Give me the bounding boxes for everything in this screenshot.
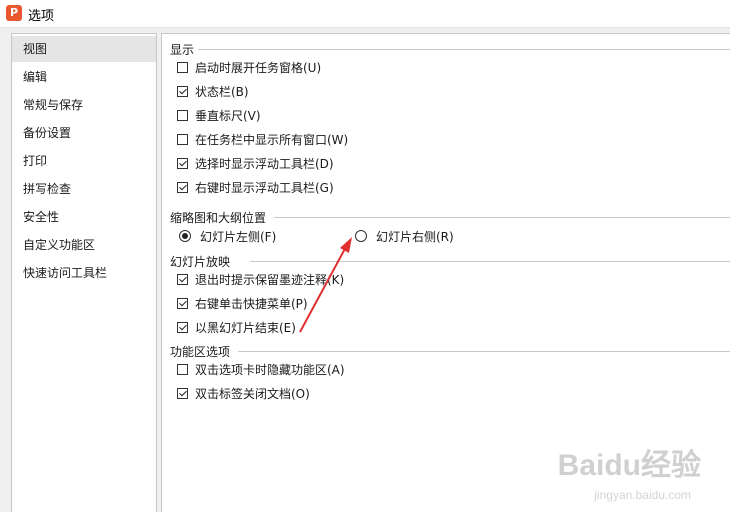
option-label: 启动时展开任务窗格(U): [195, 60, 322, 75]
option-label: 在任务栏中显示所有窗口(W): [195, 132, 349, 147]
option-expand-task-pane[interactable]: 启动时展开任务窗格(U): [177, 58, 321, 76]
radio-button[interactable]: [355, 230, 367, 242]
divider: [250, 261, 730, 262]
option-label: 退出时提示保留墨迹注释(K): [195, 272, 345, 287]
checkbox-checked[interactable]: [177, 181, 188, 193]
option-end-black-slide[interactable]: 以黑幻灯片结束(E): [177, 318, 296, 336]
sidebar-item-spellcheck[interactable]: 拼写检查: [12, 176, 156, 202]
checkbox-checked[interactable]: [177, 321, 188, 333]
checkbox[interactable]: [177, 363, 188, 375]
divider: [238, 351, 730, 352]
section-title-display: 显示: [170, 43, 195, 57]
sidebar-item-print[interactable]: 打印: [12, 148, 156, 174]
watermark-logo: Baidu经验: [557, 449, 701, 482]
option-float-toolbar-rightclick[interactable]: 右键时显示浮动工具栏(G): [177, 178, 334, 196]
sidebar-item-quick-access-toolbar[interactable]: 快速访问工具栏: [12, 260, 156, 286]
watermark-url: jingyan.baidu.com: [594, 488, 691, 502]
checkbox[interactable]: [177, 109, 188, 121]
checkbox-checked[interactable]: [177, 85, 188, 97]
radio-button-selected[interactable]: [179, 230, 191, 242]
sidebar-item-security[interactable]: 安全性: [12, 204, 156, 230]
sidebar-item-backup[interactable]: 备份设置: [12, 120, 156, 146]
option-label: 状态栏(B): [195, 84, 249, 99]
window-title: 选项: [28, 9, 55, 24]
option-vertical-ruler[interactable]: 垂直标尺(V): [177, 106, 261, 124]
option-label: 幻灯片右侧(R): [376, 229, 454, 244]
options-panel: 显示 启动时展开任务窗格(U) 状态栏(B) 垂直标尺(V) 在任务栏中显示所有…: [161, 33, 730, 512]
radio-slides-right[interactable]: 幻灯片右侧(R): [355, 227, 454, 245]
checkbox[interactable]: [177, 133, 188, 145]
option-float-toolbar-select[interactable]: 选择时显示浮动工具栏(D): [177, 154, 334, 172]
divider: [198, 49, 730, 50]
option-label: 双击选项卡时隐藏功能区(A): [195, 362, 345, 377]
title-bar: P 选项: [0, 0, 730, 28]
divider: [274, 217, 730, 218]
section-title-thumbnail: 缩略图和大纲位置: [170, 211, 267, 225]
option-label: 选择时显示浮动工具栏(D): [195, 156, 334, 171]
option-label: 以黑幻灯片结束(E): [195, 320, 296, 335]
checkbox[interactable]: [177, 61, 188, 73]
option-all-windows-taskbar[interactable]: 在任务栏中显示所有窗口(W): [177, 130, 348, 148]
checkbox-checked[interactable]: [177, 157, 188, 169]
option-label: 右键单击快捷菜单(P): [195, 296, 308, 311]
section-title-ribbon: 功能区选项: [170, 345, 231, 359]
sidebar-item-view[interactable]: 视图: [12, 36, 156, 62]
option-doubleclick-hide-ribbon[interactable]: 双击选项卡时隐藏功能区(A): [177, 360, 345, 378]
sidebar: 视图 编辑 常规与保存 备份设置 打印 拼写检查 安全性 自定义功能区 快速访问…: [11, 33, 157, 512]
option-label: 双击标签关闭文档(O): [195, 386, 310, 401]
app-icon: P: [6, 5, 22, 21]
checkbox-checked[interactable]: [177, 297, 188, 309]
sidebar-item-customize-ribbon[interactable]: 自定义功能区: [12, 232, 156, 258]
option-label: 右键时显示浮动工具栏(G): [195, 180, 334, 195]
section-title-slideshow: 幻灯片放映: [170, 255, 231, 269]
sidebar-item-general-save[interactable]: 常规与保存: [12, 92, 156, 118]
option-rightclick-menu[interactable]: 右键单击快捷菜单(P): [177, 294, 308, 312]
option-label: 幻灯片左侧(F): [200, 229, 277, 244]
option-doubleclick-close-doc[interactable]: 双击标签关闭文档(O): [177, 384, 310, 402]
sidebar-item-edit[interactable]: 编辑: [12, 64, 156, 90]
radio-slides-left[interactable]: 幻灯片左侧(F): [179, 227, 276, 245]
checkbox-checked[interactable]: [177, 387, 188, 399]
checkbox-checked[interactable]: [177, 273, 188, 285]
option-label: 垂直标尺(V): [195, 108, 261, 123]
option-status-bar[interactable]: 状态栏(B): [177, 82, 249, 100]
option-keep-ink[interactable]: 退出时提示保留墨迹注释(K): [177, 270, 344, 288]
